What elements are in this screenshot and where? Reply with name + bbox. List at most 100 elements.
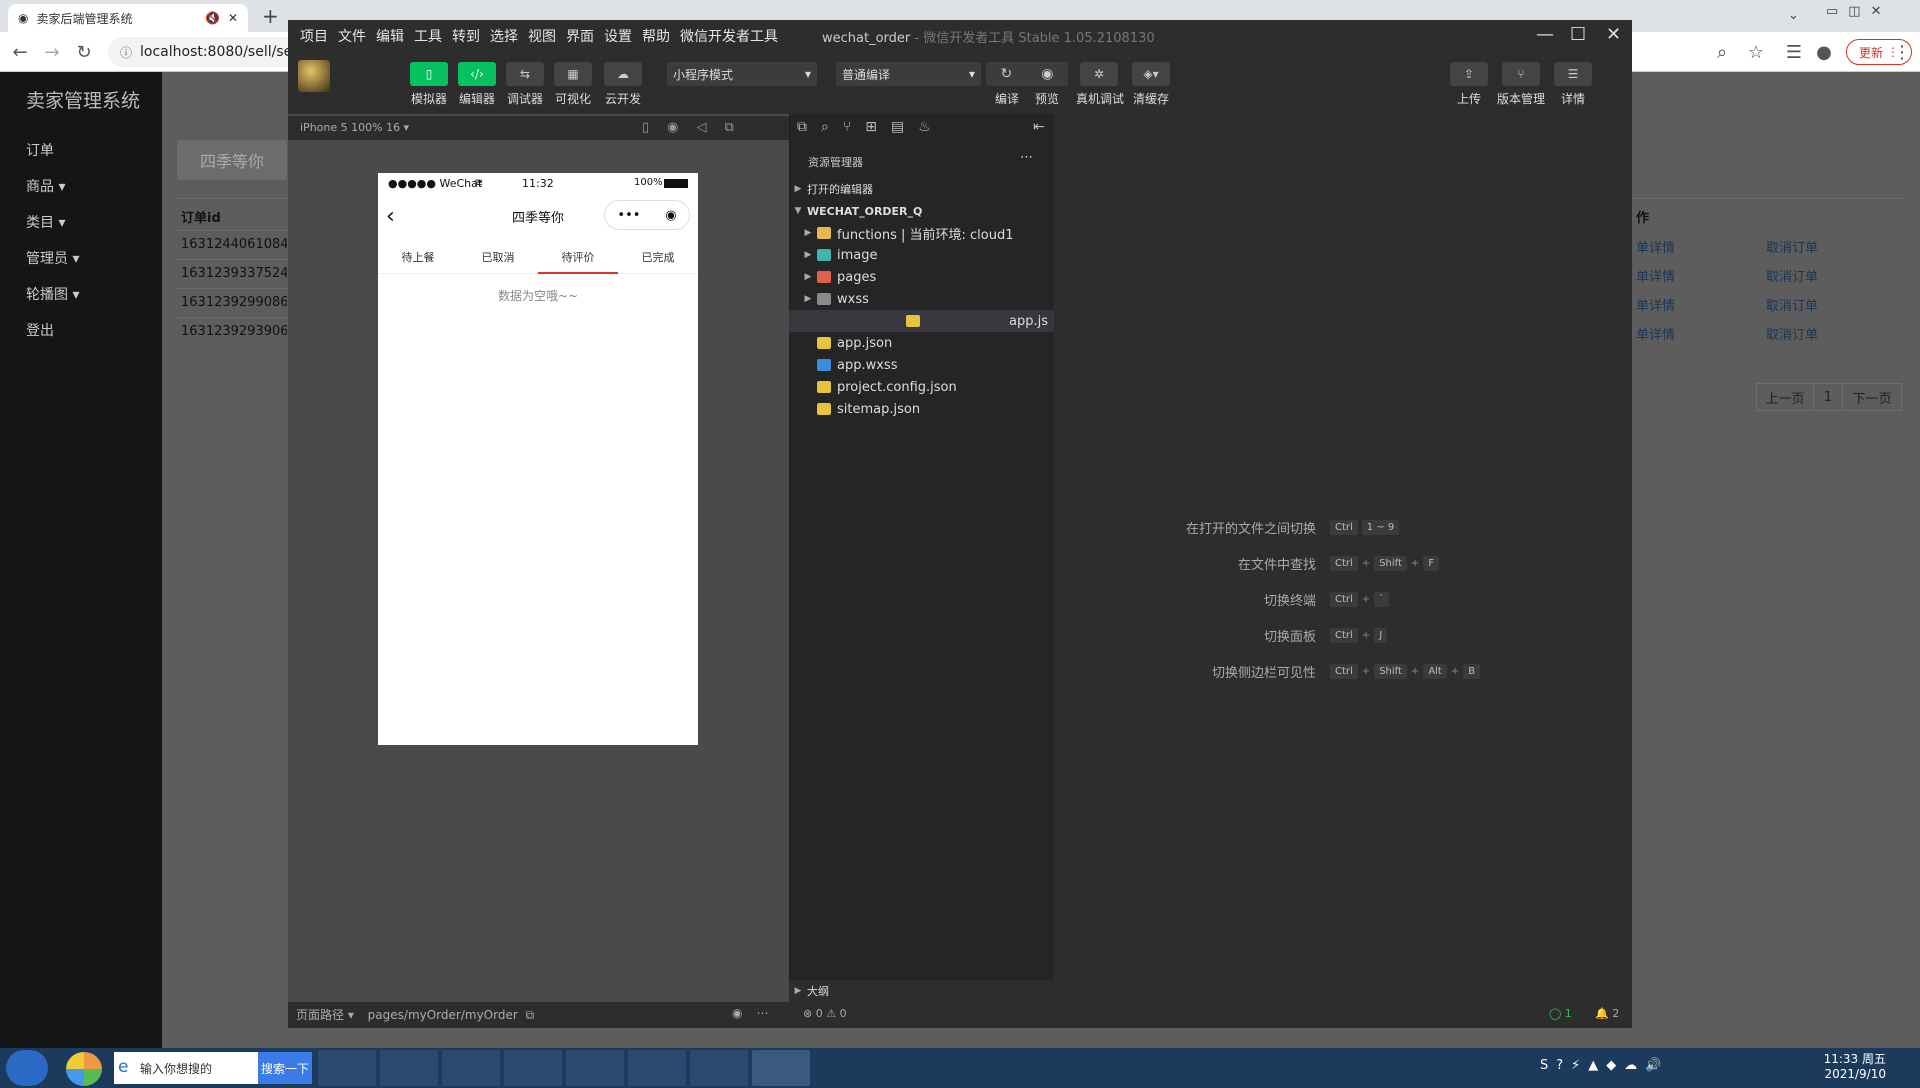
eye-icon[interactable]: ◉: [1041, 66, 1053, 82]
real-debug-button[interactable]: ✲: [1080, 62, 1118, 86]
cancel-order-link[interactable]: 取消订单: [1766, 295, 1818, 314]
nav-admins[interactable]: 管理员 ▾: [26, 248, 79, 268]
avatar[interactable]: [298, 60, 330, 92]
minimize-icon[interactable]: —: [1536, 24, 1554, 45]
prev-page-button[interactable]: 上一页: [1756, 383, 1814, 411]
mute-icon[interactable]: 🔇: [205, 11, 220, 25]
star-icon[interactable]: ☆: [1744, 40, 1768, 64]
upload-button[interactable]: ⇪: [1450, 62, 1488, 86]
cancel-order-link[interactable]: 取消订单: [1766, 266, 1818, 285]
page-path-label[interactable]: 页面路径 ▾: [296, 1008, 354, 1022]
folder-item[interactable]: ▶ functions | 当前环境: cloud1: [789, 222, 1054, 244]
next-page-button[interactable]: 下一页: [1842, 383, 1902, 411]
editor-button[interactable]: ‹/›: [458, 62, 496, 86]
cancel-order-link[interactable]: 取消订单: [1766, 324, 1818, 343]
outline-section[interactable]: ▶ 大纲: [789, 980, 1054, 1002]
menu-help[interactable]: 帮助: [642, 26, 670, 46]
page-number-button[interactable]: 1: [1813, 383, 1843, 411]
collapse-icon[interactable]: ⇤: [1033, 119, 1045, 135]
more-icon[interactable]: ⋯: [1020, 150, 1033, 165]
file-item[interactable]: app.wxss: [789, 354, 1054, 376]
zoom-icon[interactable]: ⌕: [1710, 40, 1734, 64]
close-window-icon[interactable]: ✕: [1606, 24, 1621, 45]
simulator-button[interactable]: ▯: [410, 62, 448, 86]
menu-edit[interactable]: 编辑: [376, 26, 404, 46]
simulator-tools-icons[interactable]: ▯◉◁⧉: [642, 120, 752, 135]
folder-icon[interactable]: [442, 1050, 500, 1086]
search-input[interactable]: e 输入你想搜的: [114, 1052, 258, 1084]
nav-carousel[interactable]: 轮播图 ▾: [26, 284, 79, 304]
forward-icon[interactable]: →: [40, 40, 64, 64]
preview-label[interactable]: 预览: [1030, 90, 1064, 107]
cancel-order-link[interactable]: 取消订单: [1766, 237, 1818, 256]
browser-tab[interactable]: ◉ 卖家后端管理系统 🔇 ✕: [8, 4, 248, 32]
file-item[interactable]: app.json: [789, 332, 1054, 354]
new-tab-icon[interactable]: +: [262, 4, 279, 28]
copy-icon[interactable]: ⧉: [526, 1008, 535, 1022]
app-icon[interactable]: [752, 1050, 810, 1086]
firefox-icon[interactable]: [380, 1050, 438, 1086]
menu-goto[interactable]: 转到: [452, 26, 480, 46]
order-detail-link[interactable]: 单详情: [1636, 237, 1675, 256]
menu-settings[interactable]: 设置: [604, 26, 632, 46]
open-editors-section[interactable]: ▶ 打开的编辑器: [789, 178, 1054, 200]
visual-button[interactable]: ▦: [554, 62, 592, 86]
order-detail-link[interactable]: 单详情: [1636, 324, 1675, 343]
intellij-icon[interactable]: [318, 1050, 376, 1086]
tab-completed[interactable]: 已完成: [618, 240, 698, 273]
tab-search-icon[interactable]: ⌄: [1788, 8, 1799, 23]
menu-tools[interactable]: 工具: [414, 26, 442, 46]
system-clock[interactable]: 11:33 周五 2021/9/10: [1776, 1050, 1886, 1081]
tab-pending-meal[interactable]: 待上餐: [378, 240, 458, 273]
info-icon[interactable]: ⓘ: [120, 44, 132, 61]
nav-categories[interactable]: 类目 ▾: [26, 212, 65, 232]
wechat-devtools-icon[interactable]: [690, 1050, 748, 1086]
back-icon[interactable]: ←: [8, 40, 32, 64]
window-controls-icon[interactable]: ▭◫✕: [1826, 4, 1891, 19]
clear-cache-button[interactable]: ◈▾: [1132, 62, 1170, 86]
tray-icons[interactable]: S?⚡▲◆☁🔊: [1540, 1058, 1669, 1073]
menu-interface[interactable]: 界面: [566, 26, 594, 46]
activity-icons[interactable]: ⧉⌕⑂⊞▤♨: [797, 119, 945, 135]
file-item[interactable]: project.config.json: [789, 376, 1054, 398]
device-select[interactable]: iPhone 5 100% 16 ▾: [300, 121, 409, 134]
menu-view[interactable]: 视图: [528, 26, 556, 46]
tab-pending-review[interactable]: 待评价: [538, 240, 618, 274]
capsule-button[interactable]: ••• ◉: [604, 200, 690, 230]
shop-tab[interactable]: 四季等你: [177, 140, 287, 180]
profile-icon[interactable]: ●: [1812, 40, 1836, 64]
mode-select[interactable]: 小程序模式 ▾: [667, 62, 817, 86]
view-more-icons[interactable]: ◉⋯: [732, 1006, 782, 1020]
project-root[interactable]: ▼ WECHAT_ORDER_Q: [789, 200, 1054, 222]
sync-status[interactable]: ◯ 1: [1549, 1007, 1572, 1020]
version-button[interactable]: ⑂: [1502, 62, 1540, 86]
nav-products[interactable]: 商品 ▾: [26, 176, 65, 196]
start-button[interactable]: [6, 1050, 48, 1086]
maximize-icon[interactable]: ☐: [1570, 24, 1586, 45]
problems-count[interactable]: ⊗ 0 ⚠ 0: [803, 1007, 847, 1020]
menu-select[interactable]: 选择: [490, 26, 518, 46]
folder-item[interactable]: ▶ pages: [789, 266, 1054, 288]
folder-item[interactable]: ▶ image: [789, 244, 1054, 266]
menu-project[interactable]: 项目: [300, 26, 328, 46]
compile-select[interactable]: 普通编译 ▾: [836, 62, 981, 86]
app-icon[interactable]: [566, 1050, 624, 1086]
app-icon[interactable]: [66, 1052, 102, 1086]
debugger-button[interactable]: ⇆: [506, 62, 544, 86]
compile-label[interactable]: 编译: [990, 90, 1024, 107]
file-item[interactable]: app.js: [789, 310, 1054, 332]
cloud-button[interactable]: ☁: [604, 62, 642, 86]
search-button[interactable]: 搜索一下: [258, 1052, 312, 1084]
reading-list-icon[interactable]: ☰: [1782, 40, 1806, 64]
refresh-icon[interactable]: ↻: [1001, 66, 1013, 82]
folder-item[interactable]: ▶ wxss: [789, 288, 1054, 310]
order-detail-link[interactable]: 单详情: [1636, 266, 1675, 285]
menu-icon[interactable]: ⋮: [1890, 40, 1914, 64]
app-icon[interactable]: [628, 1050, 686, 1086]
details-button[interactable]: ☰: [1554, 62, 1592, 86]
chrome-icon[interactable]: [504, 1050, 562, 1086]
order-detail-link[interactable]: 单详情: [1636, 295, 1675, 314]
file-item[interactable]: sitemap.json: [789, 398, 1054, 420]
nav-logout[interactable]: 登出: [26, 320, 54, 340]
menu-file[interactable]: 文件: [338, 26, 366, 46]
